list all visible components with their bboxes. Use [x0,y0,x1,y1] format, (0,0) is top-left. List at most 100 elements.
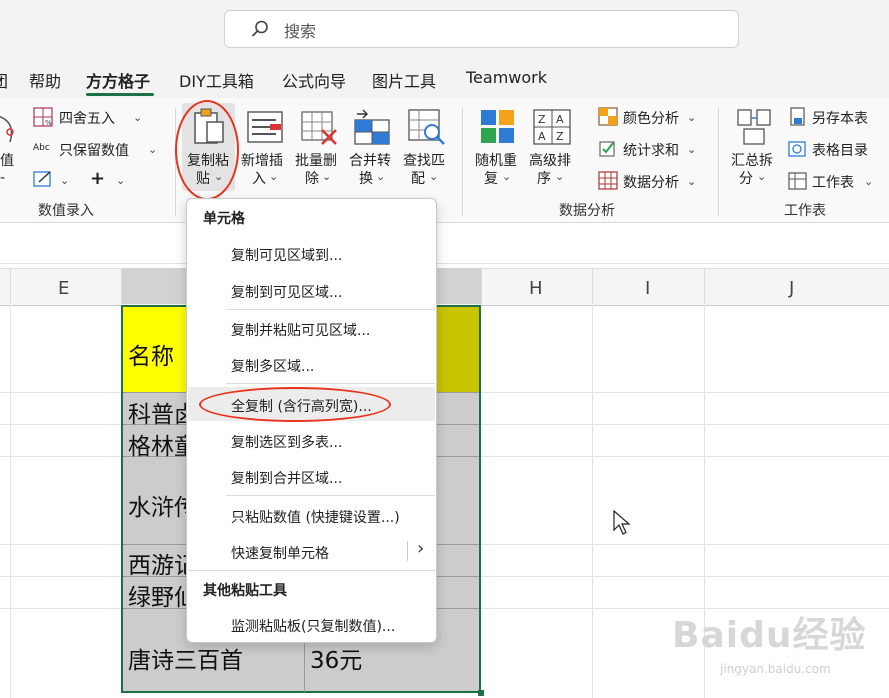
data-analysis-icon [598,171,618,190]
ribbon-separator [462,108,463,216]
fill-handle[interactable] [478,690,484,696]
submenu-chevron-right-icon[interactable]: › [417,538,424,559]
tab-teamwork[interactable]: Teamwork [466,68,547,87]
menu-separator [188,570,435,571]
menu-separator [226,495,435,496]
find-match-button[interactable]: 查找匹 [403,150,445,170]
edit-cell-dropdown-arrow[interactable]: ⌄ [60,174,69,187]
chevron-down-icon: ⌄ [322,170,332,183]
round-icon: % [33,107,53,127]
menu-item-monitor-clipboard[interactable]: 监测粘贴板(只复制数值)... [231,616,395,636]
svg-text:%: % [45,119,52,127]
menu-item-copy-multi-range[interactable]: 复制多区域... [231,356,314,376]
round-dropdown-arrow[interactable]: ⌄ [133,111,142,124]
color-analysis-icon [598,107,618,126]
color-analysis-button[interactable]: 颜色分析 [623,108,679,128]
gridline [0,424,121,425]
cell-row6-price[interactable]: 36元 [310,641,362,675]
summary-split-button[interactable]: 汇总拆 [731,150,773,170]
edit-cell-icon [33,171,51,187]
cell-row6[interactable]: 唐诗三百首 [128,641,243,675]
menu-item-quick-copy-cell[interactable]: 快速复制单元格 [231,543,329,563]
save-as-icon [790,107,805,126]
cell-name-header[interactable]: 名称 [128,337,174,371]
data-analysis-dropdown-arrow[interactable]: ⌄ [687,175,696,188]
table-directory-button[interactable]: 表格目录 [812,140,868,160]
batch-delete-button[interactable]: 批量删 [295,150,337,170]
find-match-button-line2: 配 [411,171,425,187]
column-divider [481,268,482,304]
tab-partial[interactable]: 团 [0,68,8,92]
active-tab-indicator [86,93,154,96]
batch-delete-icon [301,111,337,145]
plus-dropdown-arrow[interactable]: ⌄ [116,174,125,187]
baidu-watermark-url: jingyan.baidu.com [720,662,831,676]
insert-icon [247,111,283,143]
column-divider [10,268,11,304]
menu-item-copy-to-multi-sheets[interactable]: 复制选区到多表... [231,432,342,452]
plus-button[interactable]: + [90,168,105,189]
column-header-h[interactable]: H [529,278,543,299]
tab-image-tools[interactable]: 图片工具 [372,68,436,92]
round-button[interactable]: 四舍五入 [59,108,115,128]
group-label-data-analysis: 数据分析 [559,203,615,219]
worksheet-icon [788,172,807,190]
gridline [0,456,121,457]
column-divider [121,268,122,304]
chevron-down-icon: ⌄ [502,170,512,183]
keep-values-button[interactable]: 只保留数值 [59,140,129,160]
gridline [481,544,889,545]
random-reorder-icon [481,110,514,143]
svg-text:Z: Z [556,130,564,143]
stat-sum-dropdown-arrow[interactable]: ⌄ [687,143,696,156]
advanced-sort-icon: ZA AZ [533,109,571,145]
menu-item-copy-to-visible[interactable]: 复制到可见区域... [231,282,342,302]
summary-split-icon [737,109,771,145]
insert-button[interactable]: 新增插 [241,150,283,170]
chevron-down-icon: ⌄ [376,170,386,183]
menu-separator [226,309,435,310]
merge-convert-button[interactable]: 合并转 [349,150,391,170]
menu-section-cells: 单元格 [203,211,245,227]
color-analysis-dropdown-arrow[interactable]: ⌄ [687,111,696,124]
gridline [481,424,889,425]
formula-bar-area [0,223,889,264]
gridline [0,608,121,609]
worksheet-button[interactable]: 工作表 [812,172,854,192]
random-reorder-button-line2: 复 [484,171,498,187]
advanced-sort-button[interactable]: 高级排 [529,150,571,170]
column-header-e[interactable]: E [58,278,69,299]
tab-diy-toolbox[interactable]: DIY工具箱 [179,68,254,92]
gridline [592,305,593,698]
save-as-button[interactable]: 另存本表 [812,108,868,128]
svg-text:A: A [538,130,546,143]
gridline [10,305,11,698]
keep-values-dropdown-arrow[interactable]: ⌄ [148,143,157,156]
random-reorder-button[interactable]: 随机重 [475,150,517,170]
menu-item-copy-to-merged[interactable]: 复制到合并区域... [231,468,342,488]
svg-text:Z: Z [538,113,546,126]
highlight-ellipse [199,387,391,422]
mouse-cursor-icon [613,510,631,535]
tab-help[interactable]: 帮助 [29,68,61,92]
tab-fangfanggezi[interactable]: 方方格子 [86,68,150,92]
gridline [0,392,121,393]
partial-button-label[interactable]: 值 [0,150,14,170]
chevron-down-icon: ⌄ [429,170,439,183]
worksheet-dropdown-arrow[interactable]: ⌄ [864,175,873,188]
data-analysis-button[interactable]: 数据分析 [623,172,679,192]
summary-split-button-line2: 分 [739,171,753,187]
gridline [481,576,889,577]
gridline [0,576,121,577]
gridline [481,392,889,393]
menu-section-other-paste: 其他粘贴工具 [203,583,287,599]
tab-formula-wizard[interactable]: 公式向导 [282,68,346,92]
menu-item-paste-values-only[interactable]: 只粘贴数值 (快捷键设置...) [231,507,400,527]
chevron-down-icon: ⌄ [757,170,767,183]
column-header-i[interactable]: I [645,278,650,299]
column-header-j[interactable]: J [789,278,794,299]
menu-item-copy-paste-visible[interactable]: 复制并粘贴可见区域... [231,320,370,340]
menu-item-copy-visible-to[interactable]: 复制可见区域到... [231,245,342,265]
stat-sum-button[interactable]: 统计求和 [623,140,679,160]
column-divider [704,268,705,304]
